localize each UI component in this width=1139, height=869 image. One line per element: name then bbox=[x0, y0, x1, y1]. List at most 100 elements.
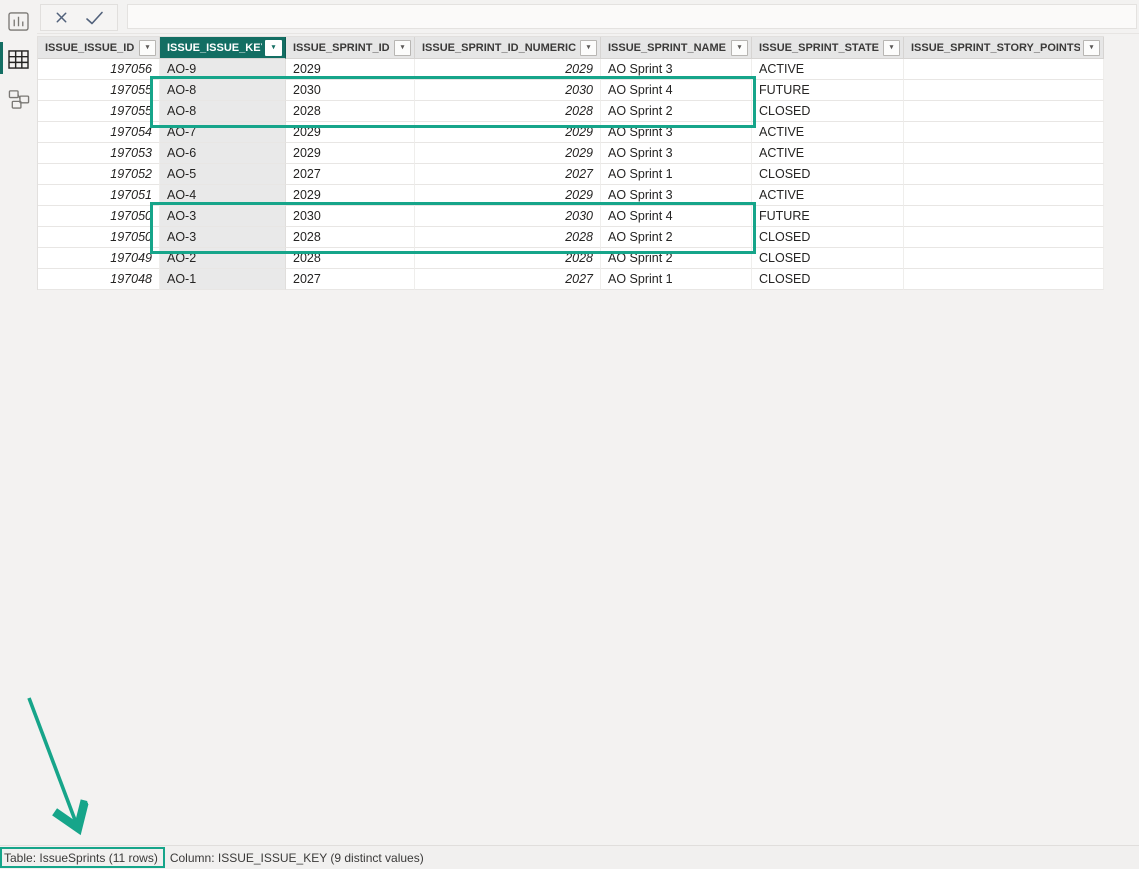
cell[interactable] bbox=[904, 59, 1104, 80]
cell[interactable]: AO-6 bbox=[160, 143, 286, 164]
cancel-button[interactable] bbox=[50, 8, 73, 27]
cell[interactable] bbox=[904, 80, 1104, 101]
column-header-issue_issue_id[interactable]: ISSUE_ISSUE_ID▾ bbox=[38, 37, 160, 59]
cell[interactable]: AO Sprint 2 bbox=[601, 248, 752, 269]
cell[interactable]: ACTIVE bbox=[752, 122, 904, 143]
column-header-issue_sprint_name[interactable]: ISSUE_SPRINT_NAME▾ bbox=[601, 37, 752, 59]
cell[interactable]: 2030 bbox=[286, 80, 415, 101]
cell[interactable]: 2029 bbox=[286, 185, 415, 206]
cell[interactable] bbox=[904, 185, 1104, 206]
cell[interactable]: 197051 bbox=[38, 185, 160, 206]
cell[interactable]: 2029 bbox=[415, 143, 601, 164]
cell[interactable]: 197048 bbox=[38, 269, 160, 290]
cell[interactable]: CLOSED bbox=[752, 227, 904, 248]
cell[interactable]: 2027 bbox=[286, 269, 415, 290]
cell[interactable]: AO Sprint 4 bbox=[601, 80, 752, 101]
filter-dropdown-icon[interactable]: ▾ bbox=[580, 40, 597, 56]
column-header-issue_issue_key[interactable]: ISSUE_ISSUE_KEY▾ bbox=[160, 37, 286, 59]
cell[interactable]: 2028 bbox=[415, 101, 601, 122]
cell[interactable]: AO Sprint 2 bbox=[601, 227, 752, 248]
cell[interactable]: 2028 bbox=[415, 248, 601, 269]
report-view-button[interactable] bbox=[0, 6, 37, 36]
cell[interactable]: 197055 bbox=[38, 101, 160, 122]
column-header-issue_sprint_id_numeric[interactable]: ISSUE_SPRINT_ID_NUMERIC▾ bbox=[415, 37, 601, 59]
cell[interactable]: 2028 bbox=[415, 227, 601, 248]
cell[interactable]: ACTIVE bbox=[752, 143, 904, 164]
formula-input[interactable] bbox=[127, 4, 1137, 29]
cell[interactable]: 197056 bbox=[38, 59, 160, 80]
filter-dropdown-icon[interactable]: ▾ bbox=[731, 40, 748, 56]
cell[interactable]: 2029 bbox=[286, 122, 415, 143]
cell[interactable]: 197050 bbox=[38, 227, 160, 248]
cell[interactable]: 197055 bbox=[38, 80, 160, 101]
cell[interactable]: 2029 bbox=[286, 143, 415, 164]
cell[interactable] bbox=[904, 269, 1104, 290]
cell[interactable]: CLOSED bbox=[752, 269, 904, 290]
cell[interactable] bbox=[904, 143, 1104, 164]
cell[interactable]: CLOSED bbox=[752, 248, 904, 269]
cell[interactable]: 2029 bbox=[415, 122, 601, 143]
cell[interactable] bbox=[904, 101, 1104, 122]
filter-dropdown-icon[interactable]: ▾ bbox=[394, 40, 411, 56]
cell[interactable]: ACTIVE bbox=[752, 59, 904, 80]
cell[interactable]: AO-8 bbox=[160, 101, 286, 122]
cell[interactable]: 2027 bbox=[415, 269, 601, 290]
cell[interactable] bbox=[904, 248, 1104, 269]
commit-button[interactable] bbox=[81, 9, 108, 27]
cell[interactable]: AO-2 bbox=[160, 248, 286, 269]
cell[interactable]: AO-4 bbox=[160, 185, 286, 206]
cell[interactable]: FUTURE bbox=[752, 206, 904, 227]
column-header-issue_sprint_id[interactable]: ISSUE_SPRINT_ID▾ bbox=[286, 37, 415, 59]
cell[interactable]: CLOSED bbox=[752, 164, 904, 185]
cell[interactable]: 197050 bbox=[38, 206, 160, 227]
column-header-issue_sprint_story_points[interactable]: ISSUE_SPRINT_STORY_POINTS▾ bbox=[904, 37, 1104, 59]
cell[interactable]: 197052 bbox=[38, 164, 160, 185]
cell[interactable]: 197054 bbox=[38, 122, 160, 143]
cell[interactable]: AO-3 bbox=[160, 227, 286, 248]
data-view-icon bbox=[8, 50, 29, 69]
cell[interactable]: ACTIVE bbox=[752, 185, 904, 206]
cell[interactable]: 2029 bbox=[415, 185, 601, 206]
table-row: 197052AO-520272027AO Sprint 1CLOSED bbox=[38, 164, 1104, 185]
filter-dropdown-icon[interactable]: ▾ bbox=[265, 40, 282, 56]
cell[interactable]: FUTURE bbox=[752, 80, 904, 101]
cell[interactable]: AO Sprint 3 bbox=[601, 185, 752, 206]
filter-dropdown-icon[interactable]: ▾ bbox=[1083, 40, 1100, 56]
data-view-button[interactable] bbox=[0, 44, 37, 74]
cell[interactable]: AO Sprint 3 bbox=[601, 59, 752, 80]
cell[interactable]: AO Sprint 4 bbox=[601, 206, 752, 227]
cell[interactable]: 197049 bbox=[38, 248, 160, 269]
cell[interactable]: 2028 bbox=[286, 248, 415, 269]
cell[interactable]: AO Sprint 3 bbox=[601, 143, 752, 164]
filter-dropdown-icon[interactable]: ▾ bbox=[883, 40, 900, 56]
filter-dropdown-icon[interactable]: ▾ bbox=[139, 40, 156, 56]
cell[interactable]: 2027 bbox=[415, 164, 601, 185]
cell[interactable]: AO Sprint 3 bbox=[601, 122, 752, 143]
cell[interactable]: AO-9 bbox=[160, 59, 286, 80]
cell[interactable]: 2027 bbox=[286, 164, 415, 185]
column-header-issue_sprint_state[interactable]: ISSUE_SPRINT_STATE▾ bbox=[752, 37, 904, 59]
cell[interactable]: 2029 bbox=[415, 59, 601, 80]
cell[interactable]: AO-3 bbox=[160, 206, 286, 227]
cell[interactable]: 2028 bbox=[286, 101, 415, 122]
cell[interactable]: AO Sprint 1 bbox=[601, 269, 752, 290]
cell[interactable] bbox=[904, 164, 1104, 185]
cell[interactable]: 2030 bbox=[415, 206, 601, 227]
cell[interactable]: CLOSED bbox=[752, 101, 904, 122]
cell[interactable]: 2029 bbox=[286, 59, 415, 80]
cell[interactable] bbox=[904, 227, 1104, 248]
cell[interactable]: AO-7 bbox=[160, 122, 286, 143]
cell[interactable]: AO Sprint 1 bbox=[601, 164, 752, 185]
cell[interactable]: AO-5 bbox=[160, 164, 286, 185]
data-grid: ISSUE_ISSUE_ID▾ISSUE_ISSUE_KEY▾ISSUE_SPR… bbox=[37, 36, 1104, 290]
cell[interactable]: 197053 bbox=[38, 143, 160, 164]
cell[interactable] bbox=[904, 206, 1104, 227]
cell[interactable]: 2030 bbox=[286, 206, 415, 227]
cell[interactable]: 2030 bbox=[415, 80, 601, 101]
cell[interactable]: 2028 bbox=[286, 227, 415, 248]
cell[interactable]: AO-1 bbox=[160, 269, 286, 290]
cell[interactable] bbox=[904, 122, 1104, 143]
cell[interactable]: AO-8 bbox=[160, 80, 286, 101]
cell[interactable]: AO Sprint 2 bbox=[601, 101, 752, 122]
model-view-button[interactable] bbox=[0, 84, 37, 114]
